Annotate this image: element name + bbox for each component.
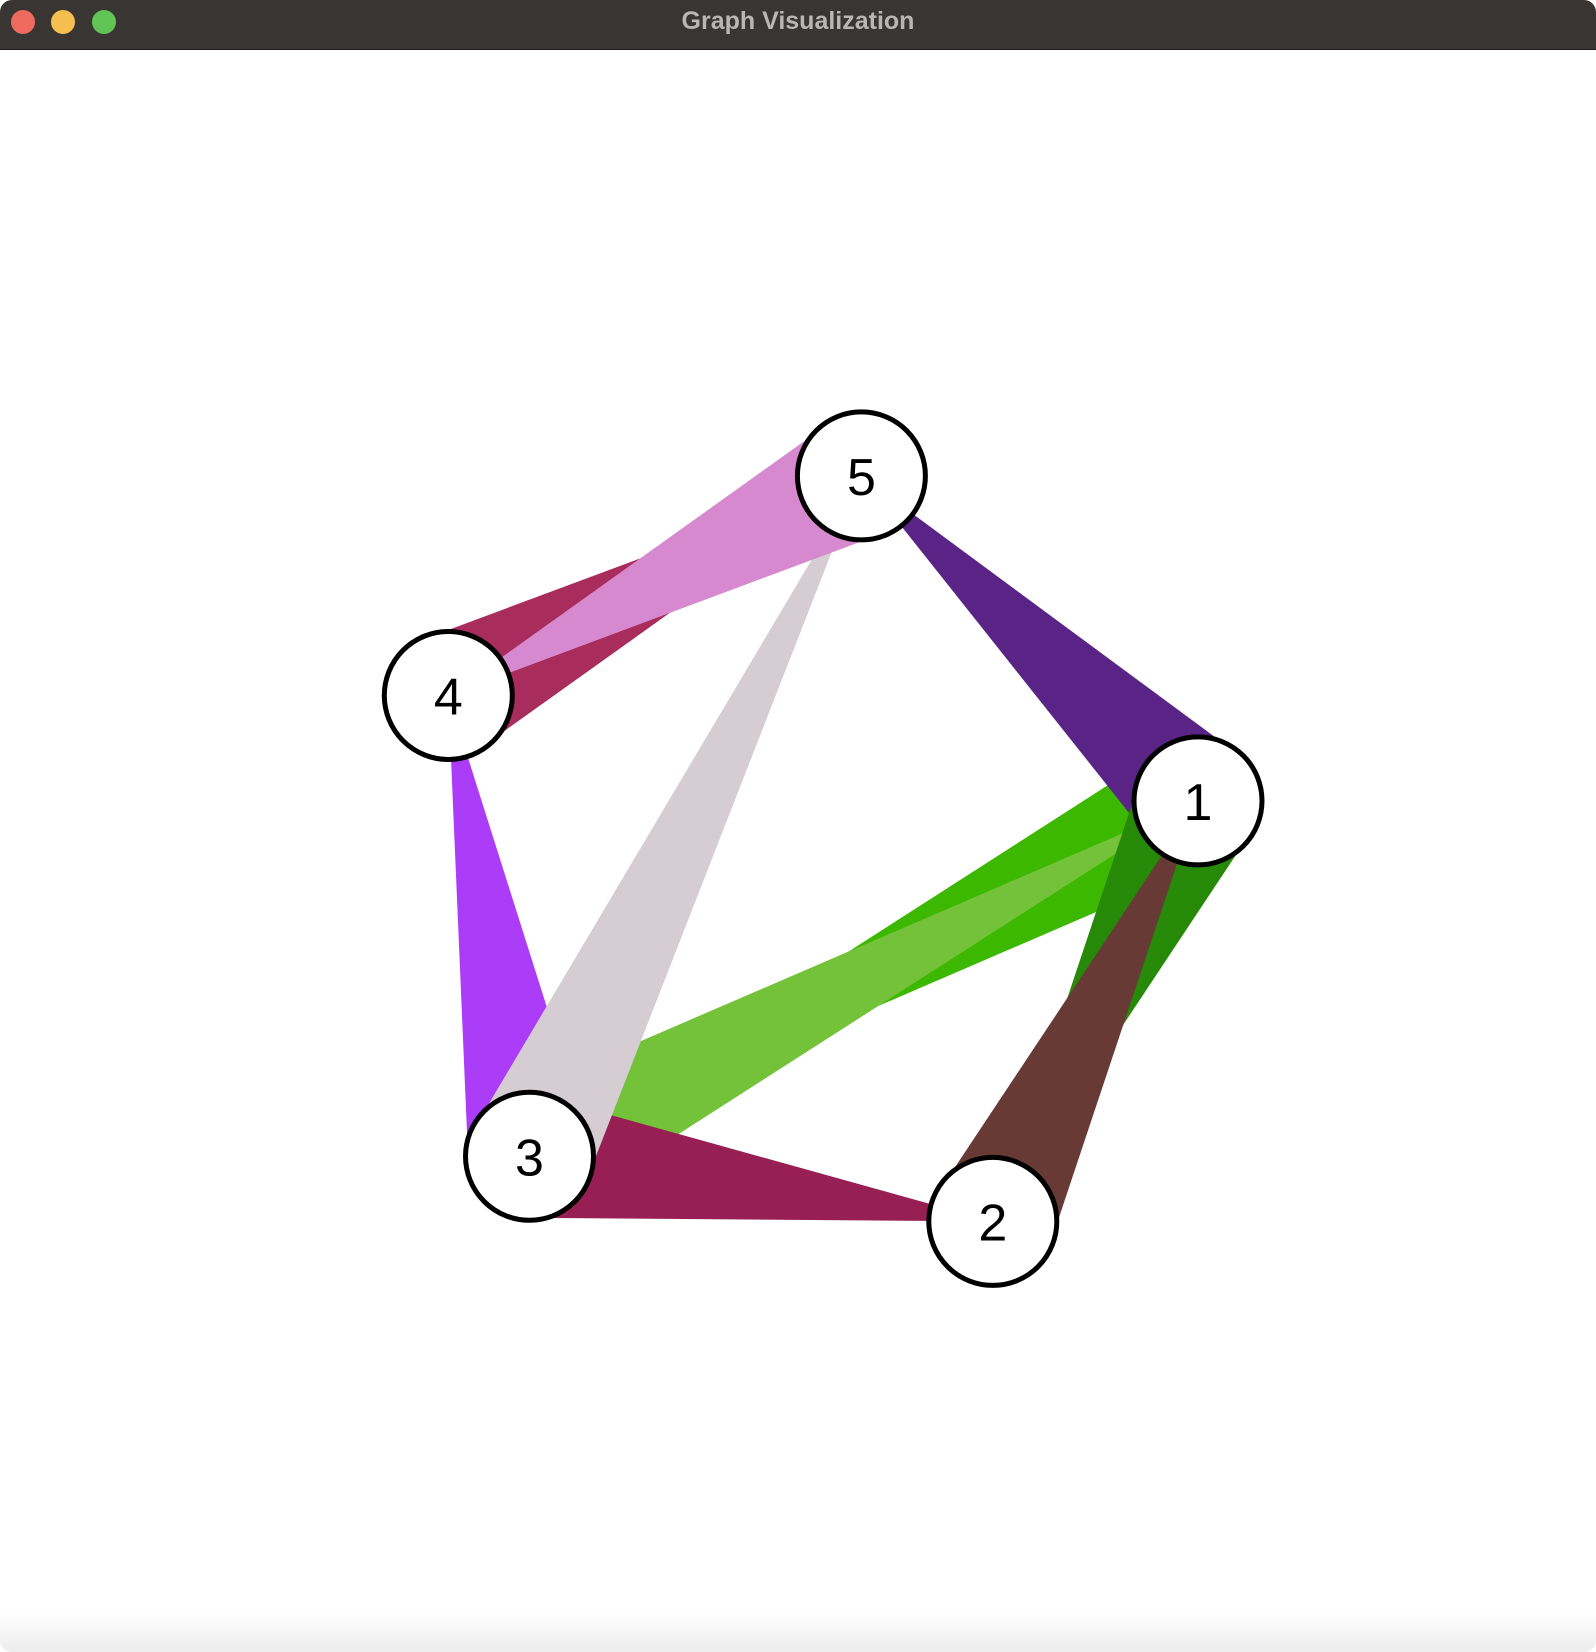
graph-node-1[interactable]: 1: [1131, 734, 1265, 868]
node-label: 4: [434, 669, 463, 727]
node-label: 1: [1184, 774, 1213, 832]
graph-diagram: 1 2 3 4 5: [381, 409, 1265, 1288]
node-label: 3: [515, 1129, 544, 1187]
node-label: 2: [978, 1194, 1007, 1252]
window-title: Graph Visualization: [681, 7, 915, 35]
graph-node-5[interactable]: 5: [794, 409, 928, 543]
app-window: Graph Visualization 1 2 3 4 5: [0, 0, 1596, 1652]
graph-node-2[interactable]: 2: [926, 1154, 1060, 1288]
graph-node-3[interactable]: 3: [463, 1089, 596, 1223]
node-label: 5: [847, 449, 876, 507]
graph-node-4[interactable]: 4: [381, 629, 515, 762]
window-bottom-edge: [0, 1612, 1596, 1652]
graph-canvas: 1 2 3 4 5: [0, 50, 1596, 1652]
title-bar[interactable]: Graph Visualization: [0, 0, 1596, 50]
